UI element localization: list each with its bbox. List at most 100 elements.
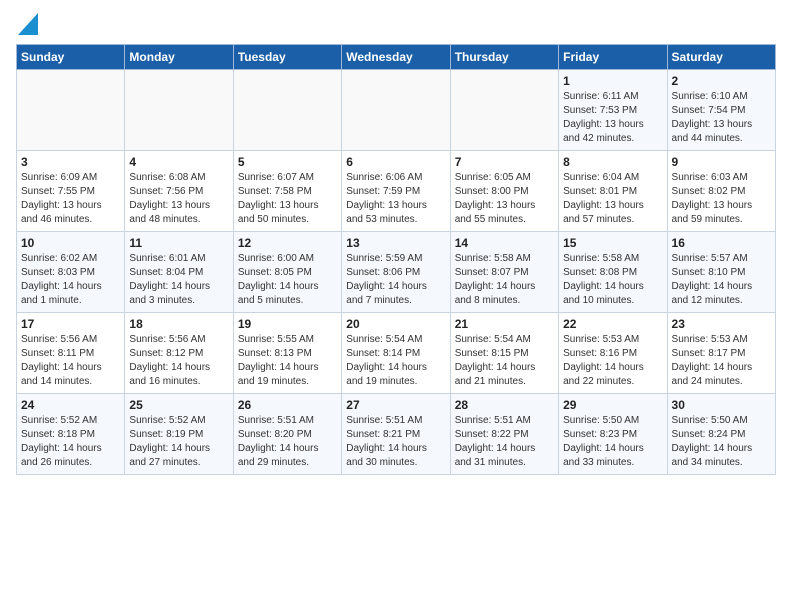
calendar-week-row: 10 Sunrise: 6:02 AM Sunset: 8:03 PM Dayli… xyxy=(17,231,776,312)
calendar-day-cell: 29Sunrise: 5:50 AM Sunset: 8:23 PM Dayli… xyxy=(559,393,667,474)
day-info: Sunrise: 5:51 AM Sunset: 8:21 PM Dayligh… xyxy=(346,414,445,470)
day-info: Sunrise: 5:57 AM Sunset: 8:10 PM Dayligh… xyxy=(672,252,771,308)
calendar-day-cell: 9 Sunrise: 6:03 AM Sunset: 8:02 PM Daylig… xyxy=(667,150,775,231)
day-number: 23 xyxy=(672,317,771,331)
calendar-day-cell: 14 Sunrise: 5:58 AM Sunset: 8:07 PM Dayli… xyxy=(450,231,558,312)
calendar-day-cell: 24Sunrise: 5:52 AM Sunset: 8:18 PM Dayli… xyxy=(17,393,125,474)
calendar-day-cell: 6Sunrise: 6:06 AM Sunset: 7:59 PM Daylig… xyxy=(342,150,450,231)
day-info: Sunrise: 5:58 AM Sunset: 8:08 PM Dayligh… xyxy=(563,252,662,308)
day-number: 3 xyxy=(21,155,120,169)
calendar-day-cell: 15Sunrise: 5:58 AM Sunset: 8:08 PM Dayli… xyxy=(559,231,667,312)
day-info: Sunrise: 6:04 AM Sunset: 8:01 PM Dayligh… xyxy=(563,171,662,227)
page-header xyxy=(16,16,776,36)
calendar-day-cell: 7Sunrise: 6:05 AM Sunset: 8:00 PM Daylig… xyxy=(450,150,558,231)
day-number: 30 xyxy=(672,398,771,412)
day-number: 27 xyxy=(346,398,445,412)
day-number: 12 xyxy=(238,236,337,250)
calendar-body: 1 Sunrise: 6:11 AM Sunset: 7:53 PM Daylig… xyxy=(17,69,776,474)
day-number: 6 xyxy=(346,155,445,169)
weekday-header: Wednesday xyxy=(342,44,450,69)
day-number: 10 xyxy=(21,236,120,250)
calendar-day-cell: 25 Sunrise: 5:52 AM Sunset: 8:19 PM Dayli… xyxy=(125,393,233,474)
day-info: Sunrise: 5:50 AM Sunset: 8:23 PM Dayligh… xyxy=(563,414,662,470)
calendar-day-cell: 13 Sunrise: 5:59 AM Sunset: 8:06 PM Dayli… xyxy=(342,231,450,312)
day-info: Sunrise: 6:01 AM Sunset: 8:04 PM Dayligh… xyxy=(129,252,228,308)
calendar-day-cell: 4Sunrise: 6:08 AM Sunset: 7:56 PM Daylig… xyxy=(125,150,233,231)
calendar-day-cell: 11 Sunrise: 6:01 AM Sunset: 8:04 PM Dayli… xyxy=(125,231,233,312)
day-info: Sunrise: 5:58 AM Sunset: 8:07 PM Dayligh… xyxy=(455,252,554,308)
calendar-day-cell: 3 Sunrise: 6:09 AM Sunset: 7:55 PM Daylig… xyxy=(17,150,125,231)
calendar-day-cell xyxy=(233,69,341,150)
day-info: Sunrise: 5:53 AM Sunset: 8:17 PM Dayligh… xyxy=(672,333,771,389)
weekday-header: Friday xyxy=(559,44,667,69)
day-info: Sunrise: 6:09 AM Sunset: 7:55 PM Dayligh… xyxy=(21,171,120,227)
day-number: 28 xyxy=(455,398,554,412)
day-info: Sunrise: 5:51 AM Sunset: 8:22 PM Dayligh… xyxy=(455,414,554,470)
calendar-day-cell: 12 Sunrise: 6:00 AM Sunset: 8:05 PM Dayli… xyxy=(233,231,341,312)
day-info: Sunrise: 5:52 AM Sunset: 8:18 PM Dayligh… xyxy=(21,414,120,470)
day-info: Sunrise: 6:03 AM Sunset: 8:02 PM Dayligh… xyxy=(672,171,771,227)
day-number: 17 xyxy=(21,317,120,331)
day-number: 16 xyxy=(672,236,771,250)
calendar-day-cell: 22 Sunrise: 5:53 AM Sunset: 8:16 PM Dayli… xyxy=(559,312,667,393)
calendar-day-cell: 5 Sunrise: 6:07 AM Sunset: 7:58 PM Daylig… xyxy=(233,150,341,231)
weekday-header: Tuesday xyxy=(233,44,341,69)
day-number: 13 xyxy=(346,236,445,250)
calendar-day-cell: 23 Sunrise: 5:53 AM Sunset: 8:17 PM Dayli… xyxy=(667,312,775,393)
weekday-header: Saturday xyxy=(667,44,775,69)
day-number: 4 xyxy=(129,155,228,169)
day-info: Sunrise: 5:55 AM Sunset: 8:13 PM Dayligh… xyxy=(238,333,337,389)
day-number: 5 xyxy=(238,155,337,169)
day-number: 19 xyxy=(238,317,337,331)
calendar-day-cell: 19 Sunrise: 5:55 AM Sunset: 8:13 PM Dayli… xyxy=(233,312,341,393)
day-info: Sunrise: 5:59 AM Sunset: 8:06 PM Dayligh… xyxy=(346,252,445,308)
weekday-header: Monday xyxy=(125,44,233,69)
calendar-day-cell: 17Sunrise: 5:56 AM Sunset: 8:11 PM Dayli… xyxy=(17,312,125,393)
day-number: 2 xyxy=(672,74,771,88)
day-number: 25 xyxy=(129,398,228,412)
day-info: Sunrise: 6:02 AM Sunset: 8:03 PM Dayligh… xyxy=(21,252,120,308)
day-number: 1 xyxy=(563,74,662,88)
day-info: Sunrise: 5:52 AM Sunset: 8:19 PM Dayligh… xyxy=(129,414,228,470)
calendar-week-row: 1 Sunrise: 6:11 AM Sunset: 7:53 PM Daylig… xyxy=(17,69,776,150)
day-info: Sunrise: 6:10 AM Sunset: 7:54 PM Dayligh… xyxy=(672,90,771,146)
calendar-day-cell xyxy=(450,69,558,150)
day-number: 21 xyxy=(455,317,554,331)
day-number: 22 xyxy=(563,317,662,331)
day-info: Sunrise: 5:51 AM Sunset: 8:20 PM Dayligh… xyxy=(238,414,337,470)
calendar-day-cell: 28 Sunrise: 5:51 AM Sunset: 8:22 PM Dayli… xyxy=(450,393,558,474)
day-info: Sunrise: 6:00 AM Sunset: 8:05 PM Dayligh… xyxy=(238,252,337,308)
calendar-day-cell xyxy=(125,69,233,150)
logo-triangle-icon xyxy=(18,13,38,35)
calendar-week-row: 24Sunrise: 5:52 AM Sunset: 8:18 PM Dayli… xyxy=(17,393,776,474)
calendar-week-row: 3 Sunrise: 6:09 AM Sunset: 7:55 PM Daylig… xyxy=(17,150,776,231)
day-number: 18 xyxy=(129,317,228,331)
calendar-week-row: 17Sunrise: 5:56 AM Sunset: 8:11 PM Dayli… xyxy=(17,312,776,393)
day-info: Sunrise: 6:11 AM Sunset: 7:53 PM Dayligh… xyxy=(563,90,662,146)
calendar-day-cell: 30 Sunrise: 5:50 AM Sunset: 8:24 PM Dayli… xyxy=(667,393,775,474)
calendar-day-cell: 1 Sunrise: 6:11 AM Sunset: 7:53 PM Daylig… xyxy=(559,69,667,150)
calendar-day-cell: 16 Sunrise: 5:57 AM Sunset: 8:10 PM Dayli… xyxy=(667,231,775,312)
logo xyxy=(16,16,38,36)
calendar-day-cell: 21Sunrise: 5:54 AM Sunset: 8:15 PM Dayli… xyxy=(450,312,558,393)
day-number: 11 xyxy=(129,236,228,250)
day-number: 9 xyxy=(672,155,771,169)
calendar-header-row: SundayMondayTuesdayWednesdayThursdayFrid… xyxy=(17,44,776,69)
day-info: Sunrise: 5:50 AM Sunset: 8:24 PM Dayligh… xyxy=(672,414,771,470)
day-number: 20 xyxy=(346,317,445,331)
day-info: Sunrise: 6:05 AM Sunset: 8:00 PM Dayligh… xyxy=(455,171,554,227)
day-info: Sunrise: 5:53 AM Sunset: 8:16 PM Dayligh… xyxy=(563,333,662,389)
calendar-day-cell xyxy=(342,69,450,150)
day-info: Sunrise: 5:56 AM Sunset: 8:12 PM Dayligh… xyxy=(129,333,228,389)
calendar-table: SundayMondayTuesdayWednesdayThursdayFrid… xyxy=(16,44,776,475)
calendar-day-cell: 8Sunrise: 6:04 AM Sunset: 8:01 PM Daylig… xyxy=(559,150,667,231)
calendar-day-cell: 10 Sunrise: 6:02 AM Sunset: 8:03 PM Dayli… xyxy=(17,231,125,312)
calendar-day-cell xyxy=(17,69,125,150)
calendar-day-cell: 27 Sunrise: 5:51 AM Sunset: 8:21 PM Dayli… xyxy=(342,393,450,474)
day-number: 14 xyxy=(455,236,554,250)
calendar-day-cell: 20 Sunrise: 5:54 AM Sunset: 8:14 PM Dayli… xyxy=(342,312,450,393)
weekday-header: Sunday xyxy=(17,44,125,69)
day-info: Sunrise: 6:07 AM Sunset: 7:58 PM Dayligh… xyxy=(238,171,337,227)
calendar-day-cell: 26Sunrise: 5:51 AM Sunset: 8:20 PM Dayli… xyxy=(233,393,341,474)
day-info: Sunrise: 5:54 AM Sunset: 8:14 PM Dayligh… xyxy=(346,333,445,389)
